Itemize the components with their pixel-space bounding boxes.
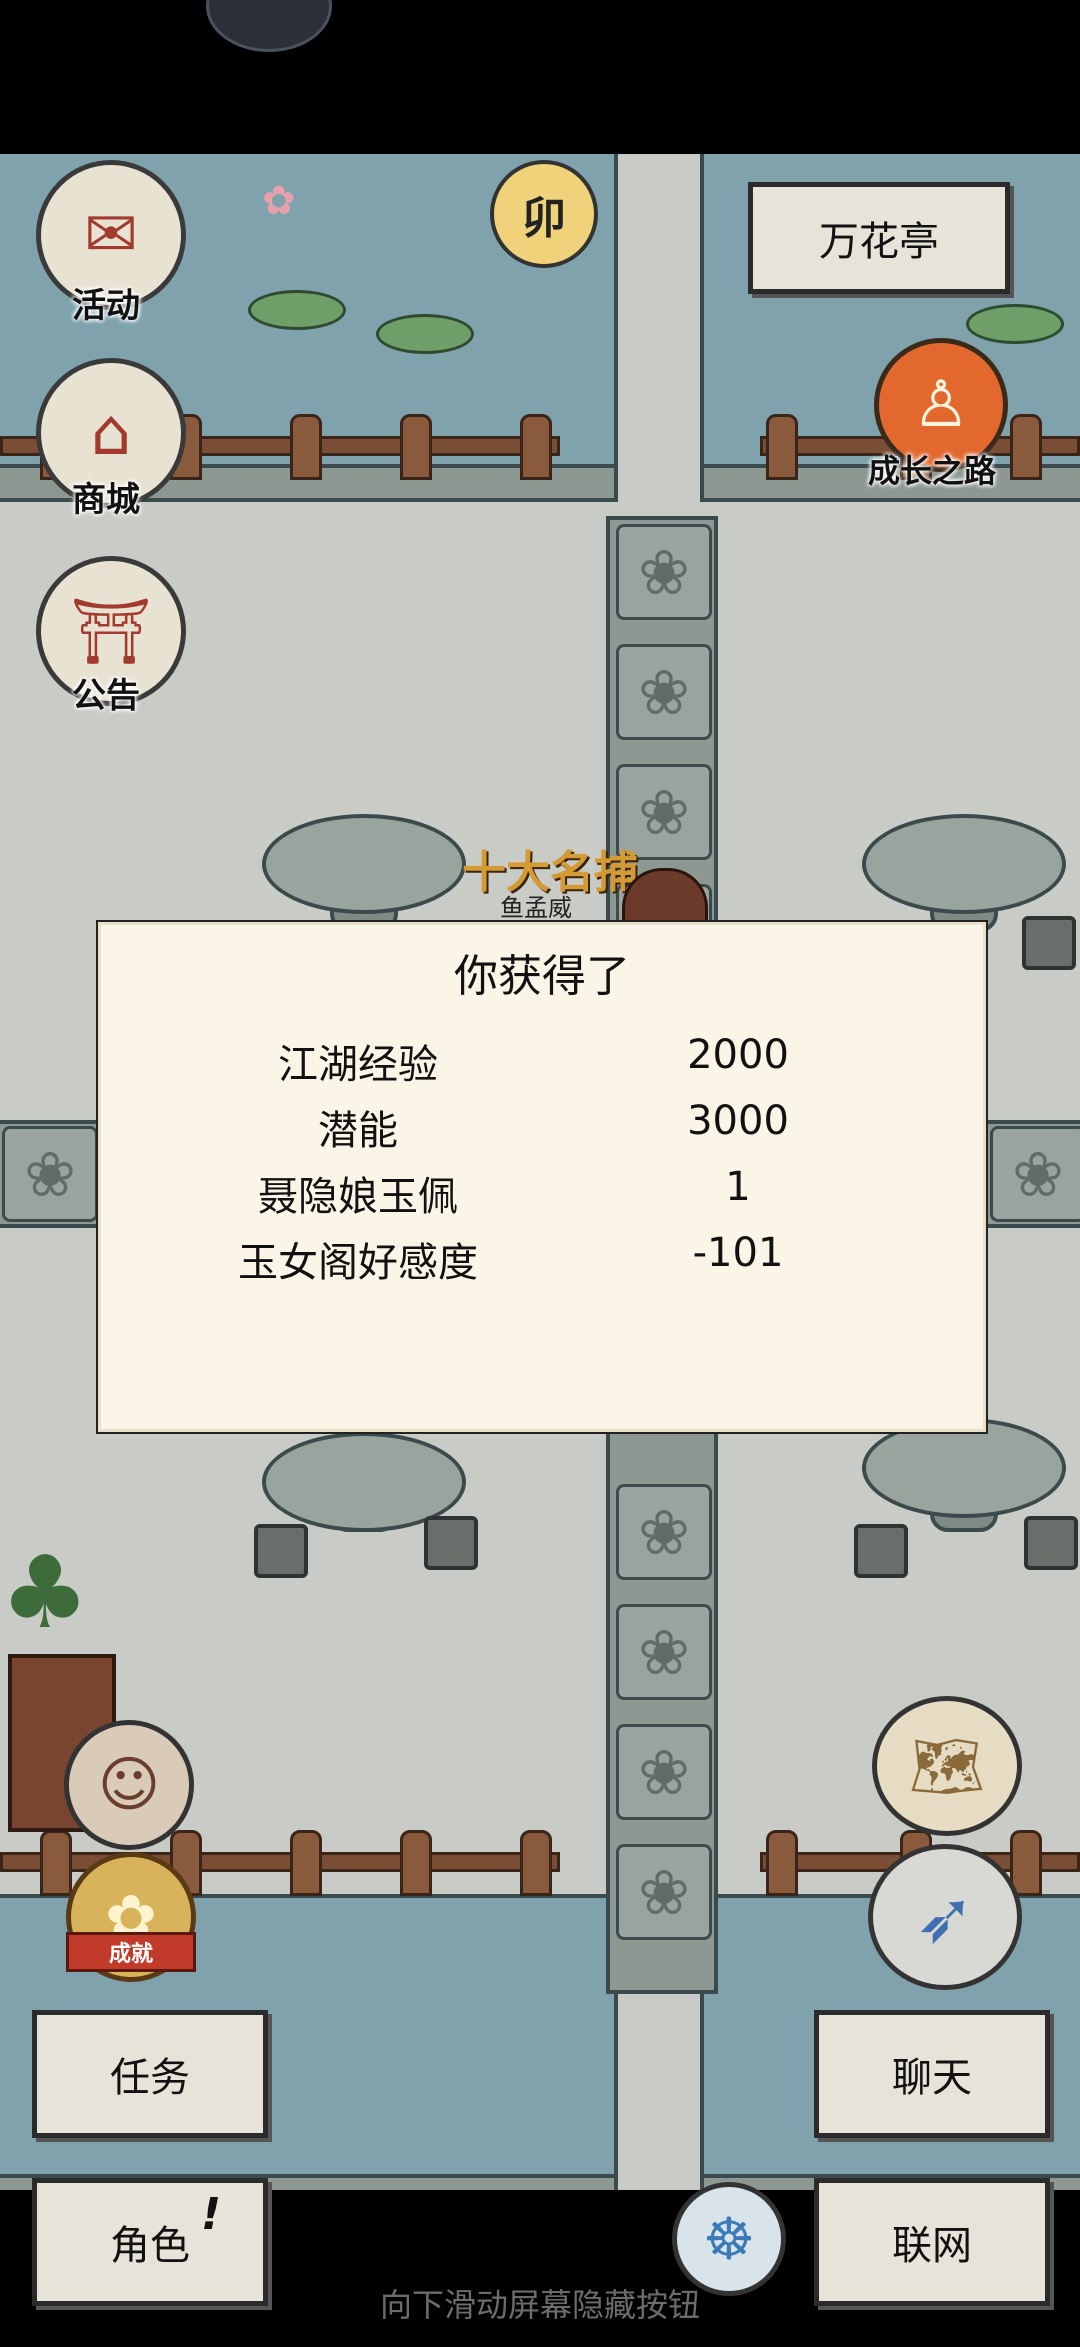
stone-stool	[1024, 1516, 1078, 1570]
character-label: 角色	[110, 2223, 190, 2269]
girl-portrait-icon: ☺	[97, 1750, 161, 1820]
network-label: 联网	[892, 2223, 972, 2269]
quest-label: 任务	[110, 2055, 190, 2101]
reward-value: 1	[725, 1164, 751, 1210]
reward-name: 潜能	[318, 1108, 398, 1154]
map-button[interactable]: 🗺	[872, 1696, 1022, 1836]
floating-avatar-bubble[interactable]	[206, 0, 332, 52]
lotus-pad	[248, 290, 346, 330]
reward-name: 玉女阁好感度	[238, 1240, 478, 1286]
meditating-figure-icon: ☸	[703, 2205, 755, 2273]
meditate-button[interactable]: ☸	[672, 2182, 786, 2296]
reward-name: 江湖经验	[278, 1042, 438, 1088]
stone-stool	[254, 1524, 308, 1578]
hide-buttons-hint: 向下滑动屏幕隐藏按钮	[379, 2286, 700, 2324]
character-alert-mark: !	[201, 2189, 222, 2240]
notice-label: 公告	[72, 676, 140, 716]
achievement-label: 成就	[108, 1942, 153, 1967]
wanhuating-label: 万花亭	[819, 219, 939, 265]
dialog-title: 你获得了	[454, 951, 630, 1002]
activity-label: 活动	[72, 286, 140, 326]
banner-scroll-icon: ✉	[84, 198, 138, 272]
lotus-pad	[376, 314, 474, 354]
reward-dialog[interactable]: 你获得了 江湖经验 2000 潜能 3000 聂隐娘玉佩 1 玉女阁好感度 -1…	[96, 920, 988, 1434]
wanhuating-sign-button[interactable]: 万花亭	[748, 182, 1010, 294]
shop-label: 商城	[72, 480, 140, 520]
achievement-ribbon: 成就	[66, 1932, 196, 1972]
stone-stool	[1022, 916, 1076, 970]
reward-row: 潜能 3000	[98, 1098, 986, 1158]
reward-row: 玉女阁好感度 -101	[98, 1230, 986, 1290]
stone-stool	[424, 1516, 478, 1570]
stone-stool	[854, 1524, 908, 1578]
chat-button[interactable]: 聊天	[814, 2010, 1050, 2138]
notice-board-icon: ⛩	[70, 594, 152, 669]
reward-row: 聂隐娘玉佩 1	[98, 1164, 986, 1224]
reward-row: 江湖经验 2000	[98, 1032, 986, 1092]
person-arms-raised-icon: ♙	[912, 368, 970, 442]
reward-name: 聂隐娘玉佩	[258, 1174, 458, 1220]
lotus-flower-icon: ✿	[262, 178, 296, 224]
bonsai-tree-icon: ♣	[0, 1534, 90, 1651]
running-figure-icon: ➶	[914, 1875, 976, 1959]
stone-table	[262, 814, 466, 914]
shop-stall-icon: ⌂	[90, 396, 132, 470]
map-scroll-icon: 🗺	[908, 1731, 986, 1802]
time-of-day-label: 卯	[522, 193, 566, 244]
reward-value: 3000	[687, 1098, 789, 1144]
run-button[interactable]: ➶	[868, 1844, 1022, 1990]
reward-value: 2000	[687, 1032, 789, 1078]
lotus-pad	[966, 304, 1064, 344]
growth-path-label: 成长之路	[868, 452, 997, 490]
npc-name: 鱼孟威	[500, 894, 572, 922]
stone-path-left-stub	[0, 1120, 104, 1228]
stone-path-right-stub	[984, 1120, 1080, 1228]
stone-table	[862, 814, 1066, 914]
companion-avatar[interactable]: ☺	[64, 1720, 194, 1850]
reward-value: -101	[692, 1230, 784, 1276]
chat-label: 聊天	[892, 2055, 972, 2101]
quest-button[interactable]: 任务	[32, 2010, 268, 2138]
time-of-day-badge[interactable]: 卯	[490, 160, 598, 268]
